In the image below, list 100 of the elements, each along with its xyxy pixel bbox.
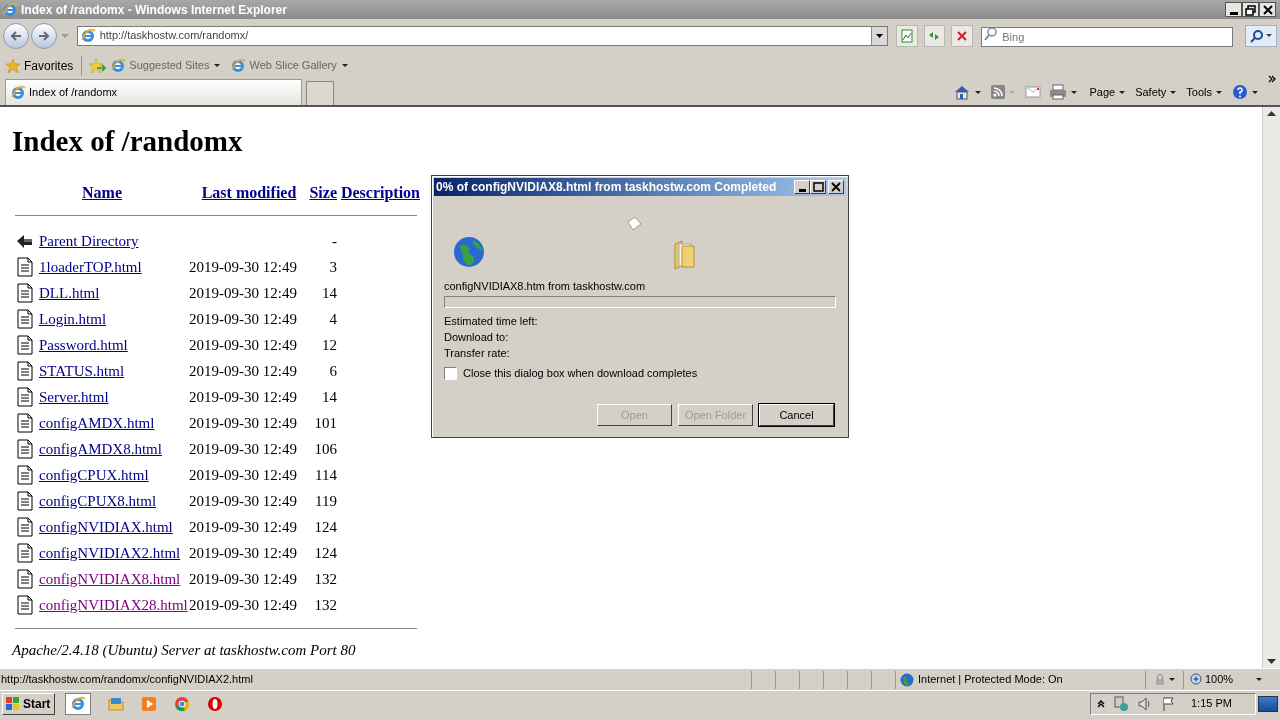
file-link[interactable]: configAMDX8.html bbox=[39, 437, 189, 461]
address-field[interactable]: http://taskhostw.com/randomx/ bbox=[76, 25, 888, 46]
search-field[interactable]: Bing bbox=[981, 26, 1234, 47]
file-size: 124 bbox=[313, 517, 337, 537]
info-label: Transfer rate: bbox=[444, 346, 511, 361]
close-button[interactable] bbox=[1259, 2, 1276, 17]
caret-icon[interactable] bbox=[975, 90, 982, 94]
modified-date: 2019-09-30 12:49 bbox=[189, 465, 298, 485]
minimize-button[interactable] bbox=[1225, 2, 1242, 17]
browser-tab[interactable]: Index of /randomx bbox=[5, 79, 302, 105]
checkbox-label: Close this dialog box when download completes bbox=[463, 365, 698, 381]
compatibility-icon bbox=[898, 27, 915, 44]
file-link[interactable]: configAMDX.html bbox=[39, 411, 189, 435]
windows-logo-icon bbox=[5, 695, 21, 712]
file-size: 101 bbox=[313, 413, 337, 433]
file-link[interactable]: Parent Directory bbox=[39, 229, 189, 253]
document-icon bbox=[15, 517, 35, 537]
column-header-link[interactable]: Name bbox=[15, 181, 189, 205]
modified-date: 2019-09-30 12:49 bbox=[189, 387, 298, 407]
favorites-bar-link[interactable]: Web Slice Gallery bbox=[230, 57, 348, 74]
favorites-bar-link[interactable]: Suggested Sites bbox=[110, 57, 221, 74]
close-icon bbox=[829, 181, 843, 193]
search-button[interactable] bbox=[1245, 24, 1278, 47]
command-menu[interactable]: Safety bbox=[1135, 83, 1177, 101]
printer-icon[interactable] bbox=[1049, 84, 1068, 100]
maximize-button[interactable] bbox=[810, 180, 826, 194]
status-text: http://taskhostw.com/randomx/configNVIDIAX2.html bbox=[0, 670, 752, 689]
refresh-button[interactable] bbox=[923, 24, 946, 47]
document-icon bbox=[15, 543, 35, 563]
file-link[interactable]: DLL.html bbox=[39, 281, 189, 305]
address-text: http://taskhostw.com/randomx/ bbox=[99, 28, 250, 44]
taskbar-browser-button[interactable] bbox=[65, 692, 92, 715]
modified-date: 2019-09-30 12:49 bbox=[189, 335, 298, 355]
modified-date: 2019-09-30 12:49 bbox=[189, 361, 298, 381]
browser-icon bbox=[2, 1, 18, 18]
show-desktop-button[interactable] bbox=[1258, 695, 1278, 712]
document-icon bbox=[15, 387, 35, 407]
file-link[interactable]: Login.html bbox=[39, 307, 189, 331]
star-icon bbox=[5, 57, 21, 74]
opera-icon[interactable] bbox=[207, 695, 224, 712]
favorites-button[interactable]: Favorites bbox=[5, 56, 74, 75]
file-link[interactable]: configNVIDIAX2.html bbox=[39, 541, 189, 565]
stop-button[interactable] bbox=[951, 24, 974, 47]
caret-icon[interactable] bbox=[1252, 90, 1258, 94]
file-link[interactable]: STATUS.html bbox=[39, 359, 189, 383]
file-link[interactable]: configNVIDIAX.html bbox=[39, 515, 189, 539]
page-heading: Index of /randomx bbox=[12, 124, 244, 159]
command-menu[interactable]: Tools bbox=[1186, 83, 1222, 101]
back-button[interactable] bbox=[3, 22, 29, 49]
file-size: 3 bbox=[328, 257, 337, 277]
forward-button[interactable] bbox=[30, 22, 57, 49]
compatibility-button[interactable] bbox=[895, 24, 918, 47]
file-link[interactable]: configNVIDIAX28.html bbox=[39, 593, 189, 617]
search-icon bbox=[1250, 28, 1265, 43]
column-header-link[interactable]: Last modified bbox=[189, 181, 309, 205]
restore-button[interactable] bbox=[1242, 2, 1259, 17]
media-player-icon[interactable] bbox=[141, 695, 158, 712]
checkbox[interactable] bbox=[444, 366, 457, 380]
caret-icon bbox=[1216, 90, 1222, 94]
chevron-icon[interactable] bbox=[1268, 75, 1276, 83]
browser-icon bbox=[79, 27, 96, 44]
file-link[interactable]: configCPUX8.html bbox=[39, 489, 189, 513]
document-icon bbox=[15, 465, 35, 485]
modified-date: 2019-09-30 12:49 bbox=[189, 491, 298, 511]
forward-arrow-icon bbox=[36, 29, 51, 42]
vertical-scrollbar[interactable] bbox=[1262, 107, 1280, 668]
clock: 1:15 PM bbox=[1191, 696, 1232, 712]
close-icon bbox=[1260, 3, 1275, 16]
file-link[interactable]: configNVIDIAX8.html bbox=[39, 567, 189, 591]
speaker-icon[interactable] bbox=[1137, 695, 1153, 712]
dialog-title: 0% of configNVIDIAX8.html from taskhostw.com Completed bbox=[436, 179, 778, 196]
globe-icon bbox=[900, 672, 914, 687]
modified-date: 2019-09-30 12:49 bbox=[189, 595, 298, 615]
caret-icon[interactable] bbox=[1071, 90, 1078, 94]
browser-icon bbox=[70, 695, 87, 712]
chrome-icon[interactable] bbox=[174, 695, 191, 712]
flag-icon[interactable] bbox=[1161, 695, 1177, 712]
caret-icon bbox=[1119, 90, 1126, 94]
start-button[interactable]: Start bbox=[2, 692, 56, 715]
file-link[interactable]: configCPUX.html bbox=[39, 463, 189, 487]
help-icon[interactable] bbox=[1232, 84, 1248, 100]
search-icon bbox=[983, 25, 1000, 42]
file-size: - bbox=[331, 231, 337, 251]
file-link[interactable]: Server.html bbox=[39, 385, 189, 409]
file-link[interactable]: Password.html bbox=[39, 333, 189, 357]
address-dropdown[interactable] bbox=[870, 26, 887, 45]
zoom-button[interactable]: 100% bbox=[1184, 670, 1268, 689]
caret-icon bbox=[1169, 678, 1175, 681]
column-header-link[interactable]: Size bbox=[309, 181, 337, 205]
chevron-up-icon[interactable] bbox=[1097, 699, 1105, 708]
folder-icon bbox=[673, 240, 695, 270]
globe-icon bbox=[453, 236, 485, 268]
modified-date: 2019-09-30 12:49 bbox=[189, 569, 298, 589]
feed-icon[interactable] bbox=[991, 85, 1006, 99]
file-link[interactable]: 1loaderTOP.html bbox=[39, 255, 189, 279]
dialog-button[interactable]: Cancel bbox=[759, 404, 834, 426]
minimize-icon bbox=[798, 188, 806, 192]
document-icon bbox=[15, 283, 35, 303]
command-menu[interactable]: Page bbox=[1089, 83, 1126, 101]
column-header-link[interactable]: Description bbox=[337, 181, 420, 205]
